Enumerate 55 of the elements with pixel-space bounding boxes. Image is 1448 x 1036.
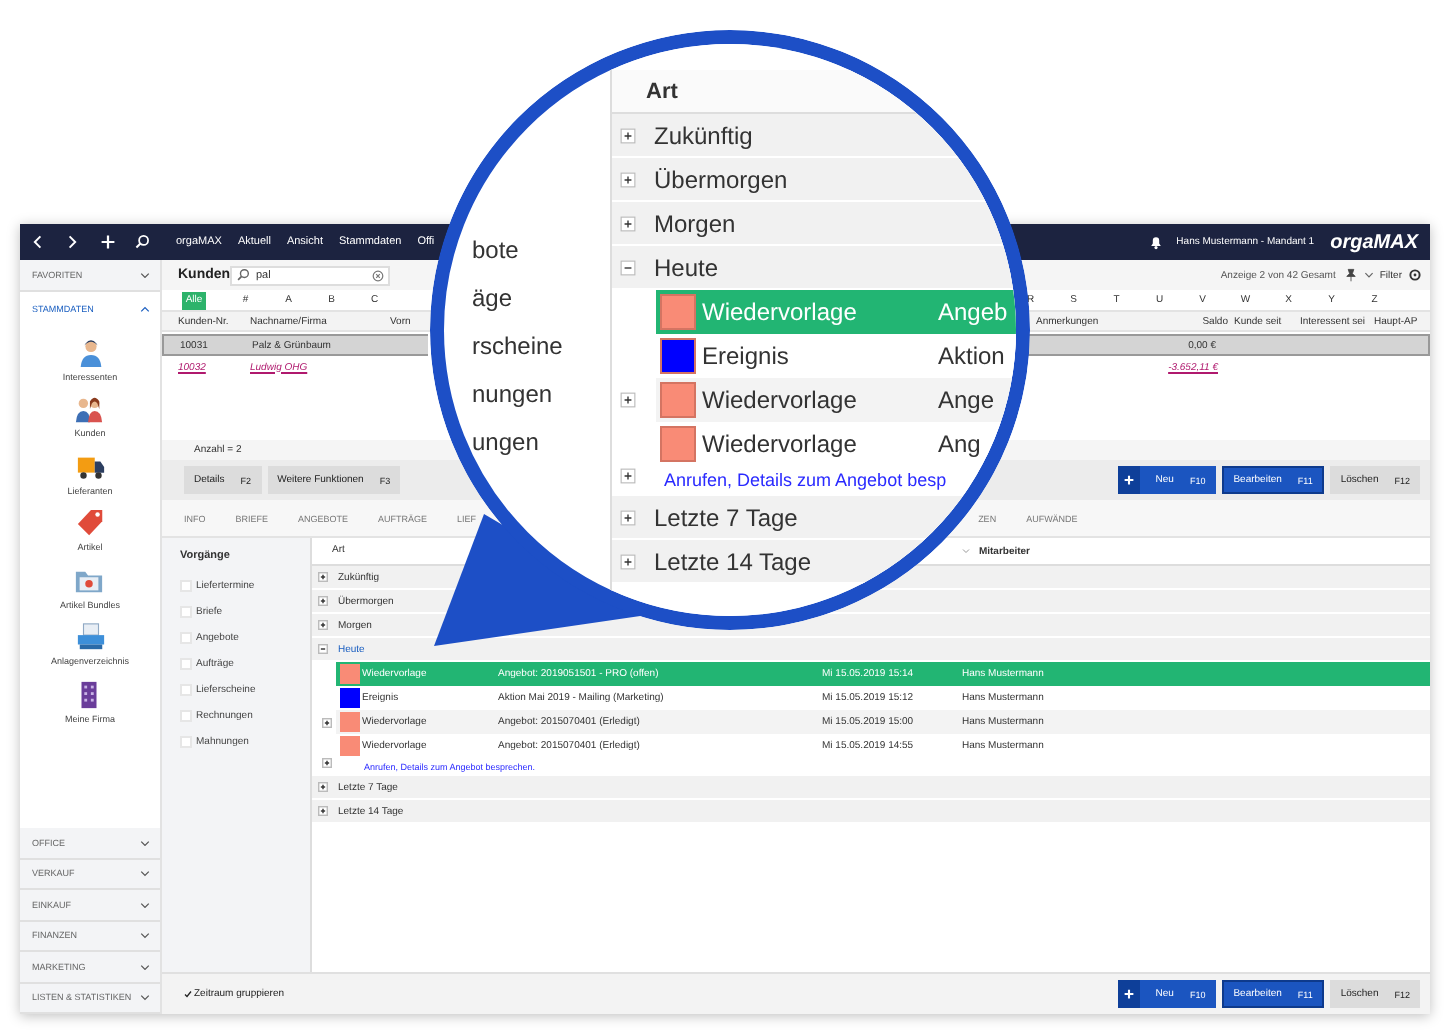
entry-subject: Angeb	[938, 298, 1008, 326]
caret-icon	[140, 963, 150, 970]
checkmark-icon	[184, 990, 192, 998]
expand-icon[interactable]	[322, 758, 332, 768]
forward-icon[interactable]	[64, 234, 81, 250]
zoomed-sidebar-item: ungen	[472, 428, 541, 460]
checkbox[interactable]	[180, 631, 192, 643]
back-icon[interactable]	[29, 234, 46, 250]
entry-subject: Aktion	[938, 342, 1005, 370]
entry-type: Wiedervorlage	[702, 386, 859, 414]
zoomed-column-header: Art	[646, 79, 678, 103]
add-icon[interactable]	[99, 234, 116, 250]
zoomed-sidebar-item: rscheine	[472, 332, 565, 364]
entry-type: Wiedervorlage	[702, 430, 859, 458]
entry-subject: Ang	[938, 430, 981, 458]
settings-icon[interactable]	[1408, 268, 1422, 282]
pin-icon[interactable]	[1343, 268, 1358, 282]
zoomed-sidebar-item: nungen	[472, 380, 555, 412]
caret-icon	[140, 994, 150, 1001]
expand-icon[interactable]	[318, 596, 328, 606]
zoomed-sidebar-item: äge	[472, 284, 515, 316]
people-icon[interactable]	[74, 394, 105, 424]
collapse-icon[interactable]	[318, 644, 328, 654]
caret-icon	[140, 901, 150, 908]
caret-icon	[140, 305, 150, 313]
bell-icon[interactable]	[1148, 234, 1165, 250]
caret-icon	[140, 870, 150, 877]
tag-icon[interactable]	[75, 508, 105, 538]
caret-icon	[140, 932, 150, 939]
logo: orgaMAX	[1330, 231, 1418, 253]
expand-icon[interactable]	[322, 717, 332, 727]
caret-icon	[140, 839, 150, 846]
printer-icon[interactable]	[75, 622, 105, 652]
expand-icon[interactable]	[318, 620, 328, 630]
expand-icon[interactable]	[318, 806, 328, 816]
zoomed-group-row: Heute	[612, 246, 1016, 290]
zoomed-sidebar-item: bote	[472, 236, 521, 268]
checkbox[interactable]	[180, 657, 192, 669]
expand-icon[interactable]	[318, 572, 328, 582]
entry-type: Wiedervorlage	[702, 298, 859, 326]
plus-icon	[1117, 466, 1140, 494]
plus-icon	[1117, 980, 1140, 1008]
checkbox[interactable]	[180, 735, 192, 747]
person-icon[interactable]	[75, 337, 105, 367]
entry-type: Ereignis	[702, 342, 791, 370]
checkbox[interactable]	[180, 605, 192, 617]
clear-icon[interactable]	[372, 269, 384, 281]
search-icon[interactable]	[134, 234, 151, 250]
caret-icon[interactable]	[1363, 272, 1374, 278]
caret-icon	[140, 271, 150, 278]
expand-icon[interactable]	[318, 782, 328, 792]
entry-subject: Ange	[938, 386, 995, 414]
checkbox[interactable]	[180, 709, 192, 721]
checkbox[interactable]	[180, 579, 192, 591]
checkbox[interactable]	[180, 683, 192, 695]
